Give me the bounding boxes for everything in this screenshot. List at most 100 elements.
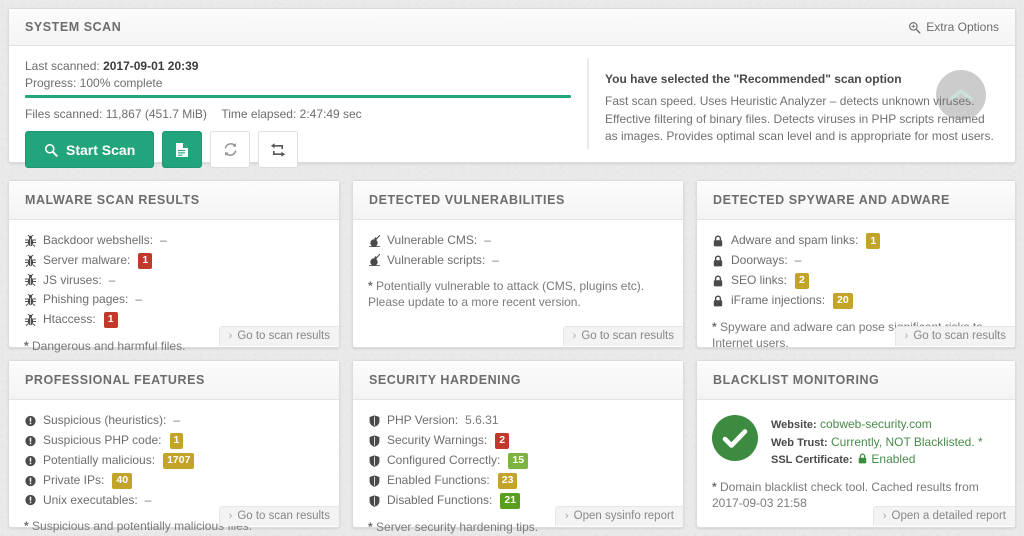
stat-label: iFrame injections: [731, 292, 826, 307]
stat-label: JS viruses: [43, 272, 102, 287]
footer-link-label: Go to scan results [913, 330, 1006, 342]
stat-badge: 15 [508, 452, 529, 469]
blacklist-summary: Website: cobweb-security.com Web Trust: … [712, 413, 1000, 469]
stat-badge: 40 [112, 472, 133, 489]
web-trust-value: Currently, NOT Blacklisted. [830, 434, 975, 449]
exclamation-circle-icon [24, 435, 36, 447]
last-scanned-label: Last scanned: [25, 59, 100, 73]
website-line: Website: cobweb-security.com [771, 416, 983, 434]
stat-label: Server malware: [43, 252, 131, 267]
professional-features-header: PROFESSIONAL FEATURES [9, 361, 339, 400]
malware-scan-results-body: Backdoor webshells: – Server malware: 1 … [9, 220, 339, 353]
detected-vulnerabilities-header: DETECTED VULNERABILITIES [353, 181, 683, 220]
professional-features-footer-link[interactable]: › Go to scan results [218, 506, 339, 526]
stat-badge: 23 [497, 472, 518, 489]
security-hardening-footer-link[interactable]: › Open sysinfo report [554, 506, 683, 526]
stat-label: Security Warnings: [387, 432, 488, 447]
bug-icon [24, 293, 36, 306]
system-scan-panel: SYSTEM SCAN Extra Options Last scanned: … [8, 8, 1016, 168]
bug-icon [24, 234, 36, 247]
security-hardening-title: SECURITY HARDENING [369, 373, 522, 387]
shield-icon [368, 434, 380, 447]
stat-label: SEO links: [731, 272, 788, 287]
retweet-button[interactable] [258, 131, 299, 168]
last-scanned-line: Last scanned: 2017-09-01 20:39 [25, 58, 571, 75]
stat-row: Backdoor webshells: – [24, 233, 324, 249]
detected-spyware-and-adware-footer-link[interactable]: › Go to scan results [894, 326, 1015, 346]
start-scan-button[interactable]: Start Scan [25, 131, 155, 168]
malware-scan-results-footer-link[interactable]: › Go to scan results [218, 326, 339, 346]
card-note: * Potentially vulnerable to attack (CMS,… [368, 279, 645, 309]
ssl-certificate-label: SSL Certificate: [771, 454, 853, 466]
website-value[interactable]: cobweb-security.com [820, 417, 932, 431]
stat-row: Configured Correctly: 15 [368, 452, 668, 469]
security-hardening-header: SECURITY HARDENING [353, 361, 683, 400]
stat-row: Phishing pages: – [24, 292, 324, 308]
chevron-right-icon: › [572, 330, 577, 342]
stat-list: PHP Version: 5.6.31 Security Warnings: 2… [368, 413, 668, 509]
extra-options-button[interactable]: Extra Options [908, 20, 999, 34]
progress-bar [25, 95, 571, 98]
stat-value: – [160, 233, 167, 247]
chevron-right-icon: › [228, 330, 233, 342]
time-elapsed-value: 2:47:49 sec [299, 107, 362, 121]
bug-icon [24, 254, 36, 267]
professional-features-title: PROFESSIONAL FEATURES [25, 373, 205, 387]
web-trust-asterisk: * [977, 434, 983, 449]
files-scanned-label: Files scanned: [25, 107, 103, 121]
detected-vulnerabilities-body: Vulnerable CMS: – Vulnerable scripts: – … [353, 220, 683, 346]
start-scan-label: Start Scan [66, 141, 136, 158]
shield-icon [368, 494, 380, 507]
shield-icon [368, 474, 380, 487]
stat-label: Private IPs: [43, 472, 105, 487]
stat-row: Potentially malicious: 1707 [24, 452, 324, 469]
stat-label: Suspicious PHP code: [43, 432, 162, 447]
stat-row: Enabled Functions: 23 [368, 472, 668, 489]
stat-label: Configured Correctly: [387, 452, 501, 467]
stat-row: Vulnerable scripts: – [368, 253, 668, 269]
chevron-up-icon [949, 87, 973, 103]
blacklist-card-title: BLACKLIST MONITORING [713, 373, 880, 387]
stat-badge: 2 [795, 272, 809, 289]
files-scanned-value: 11,867 (451.7 MiB) [105, 107, 207, 121]
stat-row: JS viruses: – [24, 273, 324, 289]
stat-row: Adware and spam links: 1 [712, 233, 1000, 249]
stat-value: – [492, 252, 499, 267]
ssl-certificate-value: Enabled [871, 452, 916, 466]
report-button[interactable] [162, 131, 203, 168]
stat-badge: 20 [833, 292, 853, 309]
footer-link-label: Go to scan results [237, 510, 330, 522]
stat-row: Suspicious (heuristics): – [24, 413, 324, 429]
stat-row: iFrame injections: 20 [712, 292, 1000, 309]
footer-link-label: Open sysinfo report [573, 510, 674, 522]
website-label: Website: [771, 419, 817, 431]
security-hardening-card: SECURITY HARDENING PHP Version: 5.6.31 S… [352, 360, 684, 534]
stat-row: Suspicious PHP code: 1 [24, 432, 324, 449]
stat-badge: 1 [169, 432, 184, 449]
stat-label: Doorways: [731, 253, 788, 267]
bomb-icon [368, 254, 380, 267]
stat-value: – [173, 413, 181, 427]
footer-link-label: Go to scan results [237, 330, 330, 342]
stat-row: SEO links: 2 [712, 272, 1000, 289]
detected-vulnerabilities-footer-link[interactable]: › Go to scan results [562, 326, 683, 346]
professional-features-card: PROFESSIONAL FEATURES Suspicious (heuris… [8, 360, 340, 533]
chevron-right-icon: › [882, 510, 887, 522]
lock-icon [712, 275, 724, 287]
open-detailed-report-link[interactable]: › Open a detailed report [872, 506, 1015, 526]
stat-badge: 21 [500, 492, 521, 509]
refresh-button[interactable] [210, 131, 251, 168]
card-note-text: Server security hardening tips. [376, 519, 539, 534]
stat-badge: 2 [495, 432, 510, 449]
stat-value: – [135, 292, 143, 306]
page-title: SYSTEM SCAN [25, 20, 122, 34]
detected-spyware-and-adware-card: DETECTED SPYWARE AND ADWARE Adware and s… [696, 180, 1016, 350]
stat-row: Doorways: – [712, 253, 1000, 269]
blacklist-monitoring-card: BLACKLIST MONITORING Website: cobweb-sec… [696, 360, 1016, 528]
scroll-to-top-button[interactable] [936, 70, 986, 120]
stat-label: Enabled Functions: [387, 472, 490, 487]
exclamation-circle-icon [24, 475, 36, 487]
malware-scan-results-header: MALWARE SCAN RESULTS [9, 181, 339, 220]
progress-label: Progress: 100% complete [25, 76, 163, 90]
chevron-right-icon: › [564, 510, 569, 522]
